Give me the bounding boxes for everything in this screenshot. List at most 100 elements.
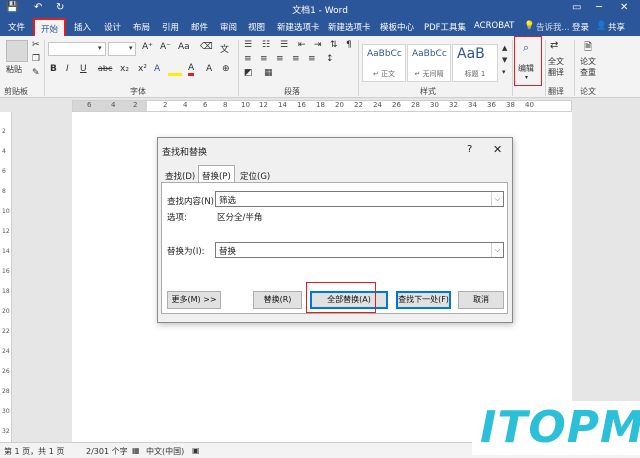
chevron-down-icon: ▾ [525, 74, 529, 81]
decrease-indent-icon[interactable]: ⇤ [298, 40, 306, 50]
align-left-icon[interactable]: ≡ [244, 54, 252, 64]
full-translate-label-2[interactable]: 翻译 [548, 67, 564, 78]
page-count-status[interactable]: 第 1 页，共 1 页 [4, 446, 64, 457]
tab-new-tab-2[interactable]: 新建选项卡 [328, 21, 371, 33]
tab-find[interactable]: 查找(D) [162, 168, 198, 183]
style-no-spacing[interactable]: AaBbCc ↵ 无间隔 [407, 44, 451, 82]
tab-replace[interactable]: 替换(P) [198, 165, 235, 183]
language-status[interactable]: 中文(中国) [146, 446, 184, 457]
proofing-icon[interactable]: ▦ [132, 446, 140, 455]
tab-design[interactable]: 设计 [104, 21, 121, 33]
ruler-number: 32 [449, 101, 458, 109]
paste-icon[interactable] [6, 40, 28, 62]
replace-value: 替换 [219, 247, 237, 257]
justify-icon[interactable]: ≡ [292, 54, 300, 64]
close-icon[interactable]: ✕ [620, 2, 628, 13]
tab-pdf-tools[interactable]: PDF工具集 [424, 21, 466, 33]
borders-icon[interactable]: ▦ [264, 68, 273, 78]
paper-check-icon[interactable]: 🗎 [584, 40, 592, 57]
chevron-down-icon[interactable]: ▾ [98, 44, 102, 52]
change-case-icon[interactable]: Aa [178, 42, 190, 52]
replace-button[interactable]: 替换(R) [253, 291, 302, 309]
tab-review[interactable]: 审阅 [220, 21, 237, 33]
bullets-icon[interactable]: ☰ [244, 40, 252, 50]
line-spacing-icon[interactable]: ↕ [326, 54, 334, 64]
style-name: ↵ 正文 [372, 70, 396, 78]
italic-button[interactable]: I [66, 64, 69, 74]
tab-view[interactable]: 视图 [248, 21, 265, 33]
restore-icon[interactable]: ▭ [572, 2, 581, 13]
char-shading-icon[interactable]: A [206, 64, 212, 74]
text-effects-icon[interactable]: A [154, 64, 160, 74]
word-count-status[interactable]: 2/301 个字 [86, 446, 128, 457]
tab-goto[interactable]: 定位(G) [237, 168, 273, 183]
copy-icon[interactable]: ❐ [32, 54, 40, 64]
ruler-number: 10 [2, 208, 10, 215]
cut-icon[interactable]: ✂ [32, 40, 40, 50]
style-normal[interactable]: AaBbCc ↵ 正文 [362, 44, 406, 82]
align-right-icon[interactable]: ≡ [276, 54, 284, 64]
ruler-number: 20 [335, 101, 344, 109]
shading-icon[interactable]: ◩ [244, 68, 253, 78]
tab-references[interactable]: 引用 [162, 21, 179, 33]
minimize-icon[interactable]: ─ [596, 2, 602, 13]
bold-button[interactable]: B [50, 64, 57, 74]
find-next-button[interactable]: 查找下一处(F) [396, 291, 451, 309]
tab-file[interactable]: 文件 [8, 21, 25, 33]
paper-check-label-2[interactable]: 查重 [580, 67, 596, 78]
format-painter-icon[interactable]: ✎ [32, 68, 40, 78]
login-link[interactable]: 登录 [572, 21, 589, 33]
paste-button[interactable]: 粘贴 [6, 64, 22, 75]
chevron-down-icon[interactable]: ▾ [129, 44, 133, 52]
more-styles-icon[interactable]: ▾ [502, 68, 506, 76]
replace-input[interactable]: 替换 ⌵ [215, 242, 504, 258]
tell-me-box[interactable]: 告诉我... [536, 21, 570, 33]
close-icon[interactable]: ✕ [493, 143, 502, 156]
font-group-label: 字体 [130, 87, 146, 96]
shrink-font-icon[interactable]: A⁻ [160, 42, 171, 52]
increase-indent-icon[interactable]: ⇥ [314, 40, 322, 50]
tab-new-tab-1[interactable]: 新建选项卡 [277, 21, 320, 33]
style-heading-1[interactable]: AaB 标题 1 [452, 44, 498, 82]
chevron-down-icon[interactable]: ⌵ [491, 192, 503, 206]
subscript-button[interactable]: x₂ [120, 64, 129, 74]
translate-icon[interactable]: ⇄ [550, 40, 558, 51]
multilevel-list-icon[interactable]: ☰ [280, 40, 288, 50]
full-translate-label-1[interactable]: 全文 [548, 56, 564, 67]
superscript-button[interactable]: x² [138, 64, 147, 74]
vertical-ruler: 2 4 6 8 10 12 14 16 18 20 22 24 26 28 30… [0, 112, 12, 442]
chevron-down-icon[interactable]: ▼ [502, 56, 507, 64]
highlight-color-icon[interactable] [168, 64, 182, 76]
strikethrough-button[interactable]: abc [98, 64, 112, 73]
grow-font-icon[interactable]: A⁺ [142, 42, 153, 52]
tab-home[interactable]: 开始 [33, 18, 67, 36]
phonetic-icon[interactable]: 文 [220, 42, 229, 55]
macro-icon[interactable]: ▣ [192, 446, 200, 455]
share-button[interactable]: 共享 [608, 21, 625, 33]
style-sample: AaBbCc [367, 49, 402, 59]
underline-button[interactable]: U [80, 64, 87, 74]
chevron-down-icon[interactable]: ⌵ [491, 243, 503, 257]
tab-template-center[interactable]: 模板中心 [380, 21, 414, 33]
sort-icon[interactable]: ⇅ [330, 40, 338, 50]
more-button[interactable]: 更多(M) >> [167, 291, 221, 309]
clear-format-icon[interactable]: ⌫ [200, 42, 213, 52]
enclose-char-icon[interactable]: ⊕ [222, 64, 230, 74]
help-icon[interactable]: ? [467, 144, 472, 155]
align-center-icon[interactable]: ≡ [260, 54, 268, 64]
tab-acrobat[interactable]: ACROBAT [474, 21, 514, 31]
tab-mailings[interactable]: 邮件 [191, 21, 208, 33]
tab-insert[interactable]: 插入 [74, 21, 91, 33]
ruler-number: 8 [2, 188, 6, 195]
distribute-icon[interactable]: ≡ [308, 54, 316, 64]
find-input[interactable]: 筛选 ⌵ [215, 191, 504, 207]
show-marks-icon[interactable]: ¶ [346, 40, 352, 50]
numbering-icon[interactable]: ☷ [262, 40, 270, 50]
chevron-up-icon[interactable]: ▲ [502, 44, 507, 52]
tab-layout[interactable]: 布局 [133, 21, 150, 33]
font-color-button[interactable]: A [188, 63, 195, 76]
ruler-number: 22 [354, 101, 363, 109]
cancel-button[interactable]: 取消 [458, 291, 504, 309]
editing-button[interactable]: ⌕ 编辑 ▾ [514, 36, 542, 86]
paper-check-label-1[interactable]: 论文 [580, 56, 596, 67]
